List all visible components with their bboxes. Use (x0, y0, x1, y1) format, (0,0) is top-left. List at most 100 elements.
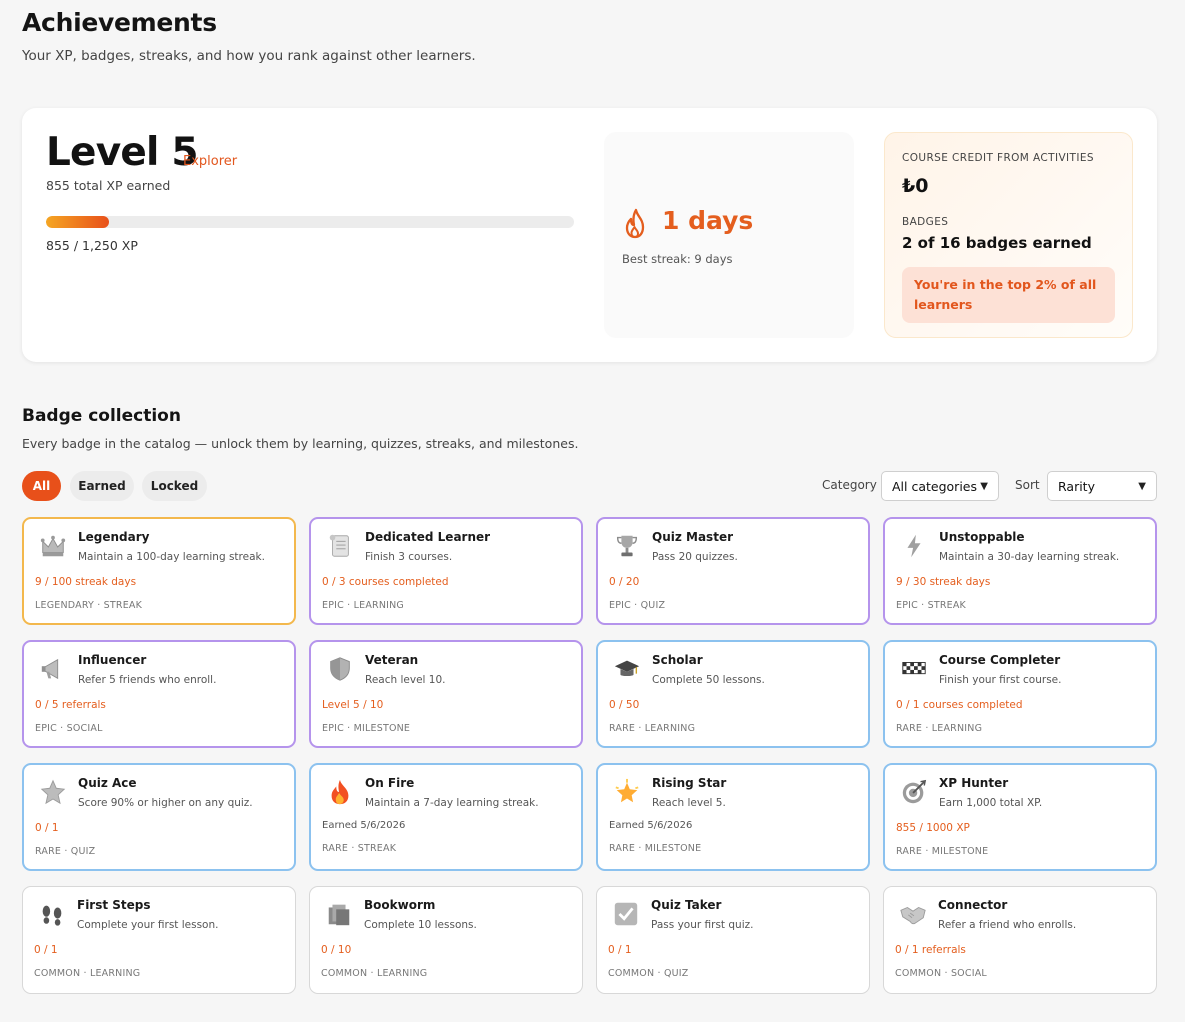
badge-description: Maintain a 30-day learning streak. (939, 551, 1120, 563)
badge-name: On Fire (365, 776, 415, 790)
badge-progress: 9 / 30 streak days (896, 576, 991, 588)
badge-rarity-category: COMMON · LEARNING (34, 968, 141, 979)
badge-name: Connector (938, 898, 1008, 912)
badge-name: Quiz Ace (78, 776, 137, 790)
badge-rarity-category: EPIC · MILESTONE (322, 723, 411, 734)
megaphone-icon (38, 654, 68, 684)
chevron-down-icon: ▼ (980, 480, 988, 492)
badge-name: Legendary (78, 530, 150, 544)
badge-progress: Earned 5/6/2026 (609, 820, 693, 831)
badge-card[interactable]: Connector Refer a friend who enrolls. 0 / … (883, 886, 1157, 994)
badge-rarity-category: COMMON · SOCIAL (895, 968, 987, 979)
xp-progress-fill (46, 216, 110, 228)
badge-progress: 0 / 1 (35, 822, 59, 834)
checkbox-icon (611, 899, 641, 929)
badge-rarity-category: RARE · MILESTONE (896, 846, 989, 857)
streak-card: 1 days Best streak: 9 days (604, 132, 854, 338)
badge-name: Course Completer (939, 653, 1061, 667)
graduation-cap-icon (612, 654, 642, 684)
course-credit-label: COURSE CREDIT FROM ACTIVITIES (902, 152, 1094, 164)
badge-name: Rising Star (652, 776, 727, 790)
filter-earned[interactable]: Earned (70, 471, 134, 501)
filter-locked[interactable]: Locked (142, 471, 207, 501)
category-select[interactable]: All categories ▼ (881, 471, 999, 501)
lightning-icon (899, 531, 929, 561)
badges-earned-count: 2 of 16 badges earned (902, 234, 1092, 252)
badge-card[interactable]: Scholar Complete 50 lessons. 0 / 50 RARE · … (596, 640, 870, 748)
badge-card[interactable]: Bookworm Complete 10 lessons. 0 / 10 COMMON… (309, 886, 583, 994)
badge-collection-subtitle: Every badge in the catalog — unlock them… (22, 436, 579, 451)
badge-description: Maintain a 7-day learning streak. (365, 797, 539, 809)
badge-progress: 0 / 1 (608, 944, 632, 956)
badge-card[interactable]: Influencer Refer 5 friends who enroll. 0 /… (22, 640, 296, 748)
level-title: Level 5 (46, 130, 198, 175)
badge-progress: Level 5 / 10 (322, 699, 384, 711)
checkered-flag-icon (899, 654, 929, 684)
fire-icon (325, 777, 355, 807)
badge-progress: Earned 5/6/2026 (322, 820, 406, 831)
category-label: Category (822, 478, 877, 492)
flame-icon (625, 208, 645, 239)
level-rank-name: Explorer (183, 154, 238, 169)
badge-collection-title: Badge collection (22, 406, 181, 426)
star-icon (38, 777, 68, 807)
badge-description: Pass 20 quizzes. (652, 551, 738, 563)
badge-rarity-category: RARE · MILESTONE (609, 843, 702, 854)
badge-progress: 0 / 5 referrals (35, 699, 106, 711)
badge-card[interactable]: Dedicated Learner Finish 3 courses. 0 / 3 … (309, 517, 583, 625)
badge-rarity-category: RARE · LEARNING (609, 723, 696, 734)
badge-name: Quiz Master (652, 530, 733, 544)
badge-progress: 0 / 20 (609, 576, 640, 588)
badge-card[interactable]: Legendary Maintain a 100-day learning str… (22, 517, 296, 625)
filter-all[interactable]: All (22, 471, 61, 501)
badge-card[interactable]: Rising Star Reach level 5. Earned 5/6/2026… (596, 763, 870, 871)
badge-description: Pass your first quiz. (651, 919, 754, 931)
badge-progress: 0 / 1 courses completed (896, 699, 1023, 711)
badge-description: Score 90% or higher on any quiz. (78, 797, 253, 809)
badge-card[interactable]: XP Hunter Earn 1,000 total XP. 855 / 1000 … (883, 763, 1157, 871)
course-credit-value: ₺0 (902, 175, 929, 197)
glowing-star-icon (612, 777, 642, 807)
badge-rarity-category: RARE · LEARNING (896, 723, 983, 734)
sort-select-value: Rarity (1058, 478, 1095, 494)
xp-progress-label: 855 / 1,250 XP (46, 238, 138, 253)
xp-progress-bar (46, 216, 574, 228)
badge-card[interactable]: Quiz Master Pass 20 quizzes. 0 / 20 EPIC · … (596, 517, 870, 625)
badge-grid: Legendary Maintain a 100-day learning str… (22, 517, 1157, 994)
badge-rarity-category: EPIC · LEARNING (322, 600, 404, 611)
badge-description: Refer 5 friends who enroll. (78, 674, 217, 686)
badge-name: Quiz Taker (651, 898, 722, 912)
level-summary-card: Level 5 Explorer 855 total XP earned 855… (22, 108, 1157, 362)
trophy-icon (612, 531, 642, 561)
badge-card[interactable]: Course Completer Finish your first course… (883, 640, 1157, 748)
rank-percentile-banner: You're in the top 2% of all learners (902, 267, 1115, 323)
badge-card[interactable]: Quiz Ace Score 90% or higher on any quiz.… (22, 763, 296, 871)
badge-card[interactable]: Veteran Reach level 10. Level 5 / 10 EPIC ·… (309, 640, 583, 748)
badge-progress: 0 / 10 (321, 944, 352, 956)
badge-card[interactable]: First Steps Complete your first lesson. 0 … (22, 886, 296, 994)
badge-description: Reach level 10. (365, 674, 446, 686)
badge-description: Complete 10 lessons. (364, 919, 477, 931)
sort-select[interactable]: Rarity ▼ (1047, 471, 1157, 501)
shield-icon (325, 654, 355, 684)
books-icon (324, 899, 354, 929)
badge-description: Earn 1,000 total XP. (939, 797, 1043, 809)
badge-card[interactable]: Quiz Taker Pass your first quiz. 0 / 1 COMM… (596, 886, 870, 994)
badge-name: Bookworm (364, 898, 436, 912)
page-title: Achievements (22, 8, 217, 37)
badge-progress: 0 / 1 (34, 944, 58, 956)
badge-progress: 0 / 50 (609, 699, 640, 711)
badge-description: Complete 50 lessons. (652, 674, 765, 686)
badge-card[interactable]: Unstoppable Maintain a 30-day learning st… (883, 517, 1157, 625)
badge-description: Refer a friend who enrolls. (938, 919, 1077, 931)
badge-description: Finish 3 courses. (365, 551, 453, 563)
sort-label: Sort (1015, 478, 1040, 492)
badge-progress: 0 / 3 courses completed (322, 576, 449, 588)
badge-rarity-category: RARE · QUIZ (35, 846, 96, 857)
badge-card[interactable]: On Fire Maintain a 7-day learning streak.… (309, 763, 583, 871)
target-icon (899, 777, 929, 807)
badge-description: Complete your first lesson. (77, 919, 219, 931)
badge-rarity-category: COMMON · QUIZ (608, 968, 689, 979)
total-xp: 855 total XP earned (46, 178, 171, 193)
chevron-down-icon: ▼ (1138, 480, 1146, 492)
